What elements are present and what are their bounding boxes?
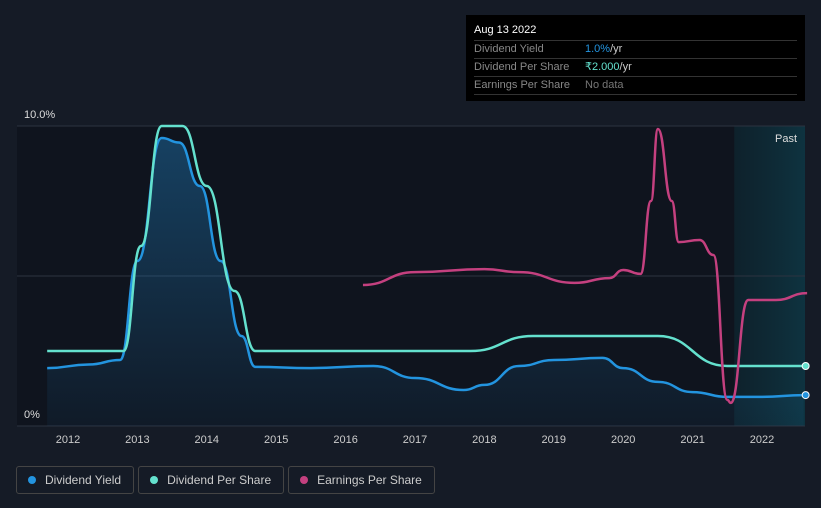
x-tick-label: 2018	[472, 434, 496, 446]
series-end-marker	[801, 362, 810, 370]
legend-earnings-per-share[interactable]: Earnings Per Share	[288, 466, 435, 494]
x-tick-label: 2017	[403, 434, 427, 446]
dot-icon	[28, 476, 36, 484]
x-tick-label: 2015	[264, 434, 288, 446]
x-tick-label: 2020	[611, 434, 635, 446]
x-tick-label: 2022	[750, 434, 774, 446]
legend-dividend-yield[interactable]: Dividend Yield	[16, 466, 135, 494]
x-tick-label: 2013	[125, 434, 149, 446]
x-tick-label: 2019	[542, 434, 566, 446]
y-tick-label: 10.0%	[24, 109, 55, 121]
y-tick-label: 0%	[24, 409, 40, 421]
series-end-marker	[801, 391, 810, 400]
dot-icon	[150, 476, 159, 484]
tooltip-date: Aug 13 2022	[474, 24, 537, 36]
tooltip-row-yield: Dividend Yield 1.0% /yr	[474, 40, 797, 58]
tooltip: Aug 13 2022 Dividend Yield 1.0% /yr Divid…	[466, 15, 805, 101]
tooltip-row-eps: Earnings Per Share No data	[474, 76, 797, 95]
x-tick-label: 2014	[195, 434, 219, 446]
x-tick-label: 2012	[56, 434, 80, 446]
dot-icon	[300, 476, 309, 484]
tooltip-row-dps: Dividend Per Share ₹2.000 /yr	[474, 58, 797, 76]
legend: Dividend Yield Dividend Per Share Earnin…	[16, 466, 435, 494]
x-tick-label: 2016	[333, 434, 357, 446]
x-tick-label: 2021	[680, 434, 704, 446]
legend-dividend-per-share[interactable]: Dividend Per Share	[138, 466, 285, 494]
past-label: Past	[775, 133, 797, 145]
